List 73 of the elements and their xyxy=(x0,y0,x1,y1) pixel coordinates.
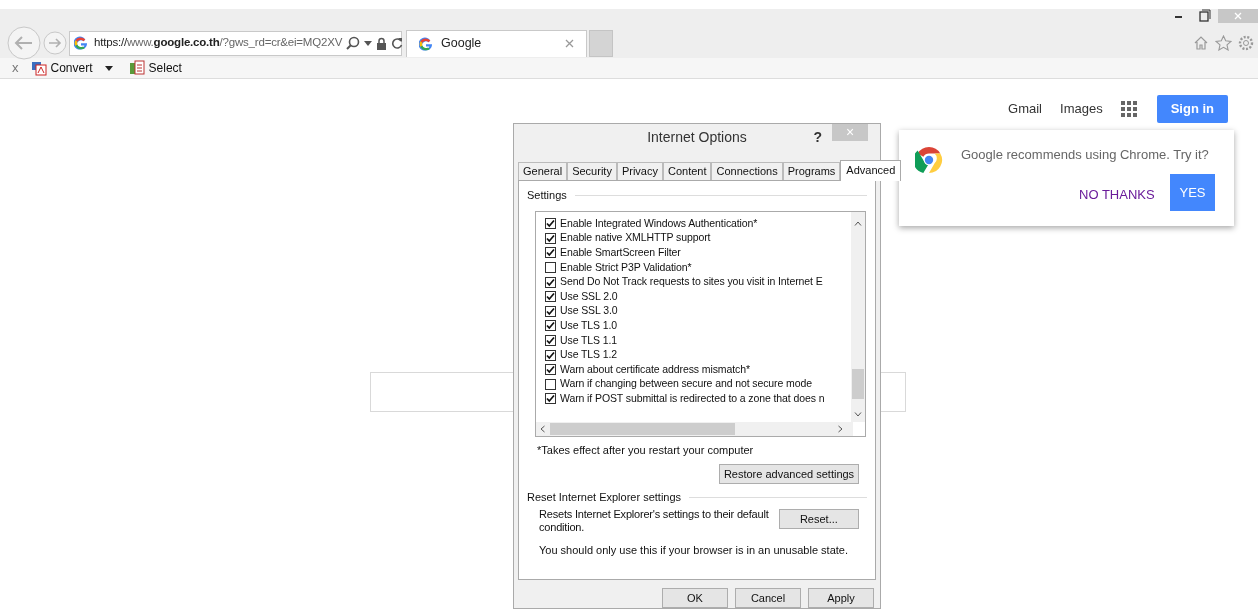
setting-label: Enable native XMLHTTP support xyxy=(560,230,711,246)
checkbox[interactable] xyxy=(545,232,556,244)
apps-grid-icon[interactable] xyxy=(1120,101,1137,117)
checkbox[interactable] xyxy=(545,335,556,346)
setting-label: Use TLS 1.0 xyxy=(560,318,618,333)
select-button[interactable]: Select xyxy=(148,59,182,77)
scrollbar-thumb[interactable] xyxy=(550,423,735,436)
restore-button[interactable]: Restore advanced settings xyxy=(719,463,859,484)
help-button[interactable]: ? xyxy=(813,127,822,148)
setting-label: Use SSL 2.0 xyxy=(560,288,618,304)
checkbox[interactable] xyxy=(545,393,556,405)
checkbox[interactable] xyxy=(545,364,556,376)
setting-label: Send Do Not Track requests to sites you visit in Internet E xyxy=(560,274,823,290)
dropdown-caret-icon[interactable] xyxy=(104,65,113,71)
checkbox[interactable] xyxy=(545,320,556,332)
google-logo-icon[interactable] xyxy=(74,36,88,50)
checkbox[interactable] xyxy=(545,378,556,390)
scrollbar-thumb[interactable] xyxy=(852,369,864,400)
reset-description: Resets Internet Explorer's settings to their default condition. xyxy=(539,508,770,535)
setting-label: Warn if changing between secure and not secure mode xyxy=(560,376,812,392)
url-text: https://www.google.co.th/?gws_rd=cr&ei=MQ2XV xyxy=(94,35,343,51)
setting-label: Enable SmartScreen Filter xyxy=(560,245,681,261)
setting-label: Enable Integrated Windows Authentication* xyxy=(560,215,758,231)
close-icon[interactable] xyxy=(565,39,574,48)
setting-label: Enable Strict P3P Validation* xyxy=(560,259,692,275)
note-text: *Takes effect after you restart your computer xyxy=(537,443,755,459)
dialog-tab[interactable]: Security xyxy=(567,161,617,180)
setting-label: Warn if POST submittal is redirected to a zone that does n xyxy=(560,391,825,406)
chrome-logo-icon[interactable] xyxy=(915,146,943,174)
checkbox[interactable] xyxy=(545,291,556,303)
dialog-tab[interactable]: General xyxy=(518,161,568,180)
setting-label: Use SSL 3.0 xyxy=(560,303,618,319)
dialog-tab[interactable]: Content xyxy=(662,161,712,180)
dialog-title: Internet Options xyxy=(647,128,747,148)
promo-message: Google recommends using Chrome. Try it? xyxy=(961,146,1209,164)
group-label: Settings xyxy=(527,187,567,203)
dialog-button[interactable]: Apply xyxy=(808,588,874,608)
reset-button[interactable]: Reset... xyxy=(778,509,859,530)
search-icon[interactable] xyxy=(346,36,361,50)
dropdown-caret-icon[interactable] xyxy=(364,40,373,46)
dialog-tab[interactable]: Connections xyxy=(711,161,783,180)
checkbox[interactable] xyxy=(545,276,556,288)
browser-tab[interactable]: Google xyxy=(406,29,587,57)
dialog-button[interactable]: Cancel xyxy=(735,588,801,608)
group-label: Reset Internet Explorer settings xyxy=(527,489,682,505)
pdf-convert-icon[interactable] xyxy=(30,60,47,76)
setting-label: Use TLS 1.1 xyxy=(560,332,618,348)
star-icon[interactable] xyxy=(1215,35,1232,51)
setting-label: Warn about certificate address mismatch* xyxy=(560,361,750,377)
vertical-scrollbar[interactable] xyxy=(851,212,865,423)
dialog-button[interactable]: OK xyxy=(662,588,728,608)
header-link[interactable]: Gmail xyxy=(1008,99,1042,119)
horizontal-scrollbar[interactable] xyxy=(536,422,853,437)
checkbox[interactable] xyxy=(545,218,556,230)
convert-button[interactable]: Convert xyxy=(50,59,93,77)
header-link[interactable]: Images xyxy=(1060,99,1103,119)
checkbox[interactable] xyxy=(545,349,556,361)
address-bar[interactable]: https://www.google.co.th/?gws_rd=cr&ei=MQ2XV xyxy=(69,30,402,56)
no-thanks-button[interactable]: NO THANKS xyxy=(1079,180,1155,210)
select-tool-icon[interactable] xyxy=(128,60,145,76)
warning-text: You should only use this if your browser is in an unusable state. xyxy=(539,543,849,559)
close-toolbar-button[interactable]: x xyxy=(12,58,19,78)
checkbox[interactable] xyxy=(545,305,556,317)
checkbox[interactable] xyxy=(545,262,556,273)
lock-icon[interactable] xyxy=(376,36,388,50)
dialog-tab[interactable]: Advanced xyxy=(840,159,902,181)
refresh-icon[interactable] xyxy=(391,37,404,49)
dialog-tab[interactable]: Programs xyxy=(782,161,841,180)
tab-title: Google xyxy=(441,35,482,53)
google-logo-icon[interactable] xyxy=(419,36,433,51)
setting-label: Use TLS 1.2 xyxy=(560,347,618,363)
checkbox[interactable] xyxy=(545,247,556,259)
dialog-tab[interactable]: Privacy xyxy=(616,161,663,180)
